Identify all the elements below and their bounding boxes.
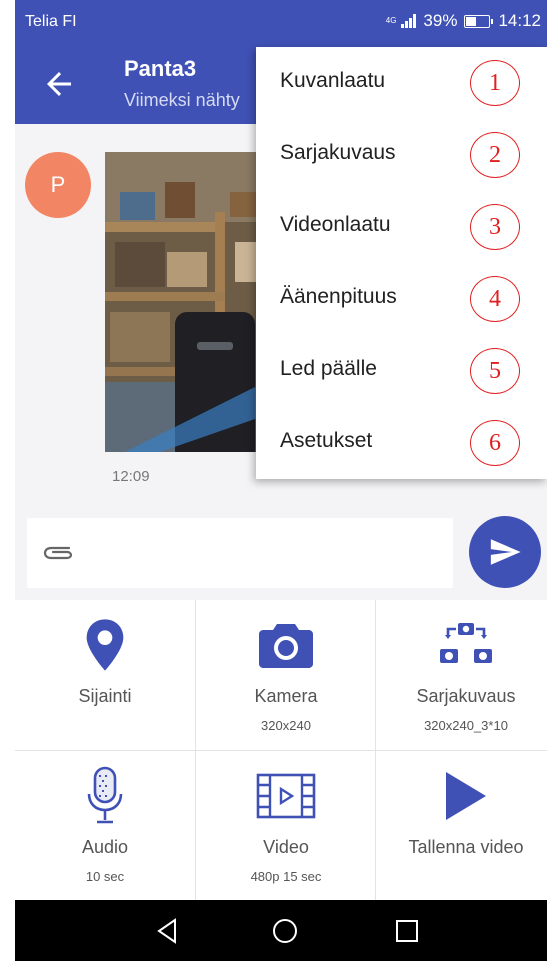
nav-back-icon (157, 918, 176, 944)
clock: 14:12 (498, 11, 541, 30)
composer (27, 518, 453, 588)
play-icon (446, 772, 486, 820)
navigation-bar (15, 900, 547, 961)
nav-home-button[interactable] (269, 915, 301, 947)
action-burst[interactable]: Sarjakuvaus 320x240_3*10 (376, 600, 547, 750)
send-icon (490, 539, 521, 565)
photo-thumbnail (105, 152, 275, 452)
action-label: Video (263, 837, 309, 857)
action-audio[interactable]: Audio 10 sec (15, 751, 195, 901)
action-grid: Sijainti Kamera 320x240 Sarjakuvaus 320x… (15, 600, 547, 900)
status-icons: 4G 39% 14:12 (386, 11, 541, 31)
menu-item-label: Kuvanlaatu (280, 69, 386, 92)
carrier-name: Telia FI (25, 13, 77, 30)
avatar-letter: P (50, 172, 66, 197)
menu-item-burst[interactable]: Sarjakuvaus 2 (256, 119, 547, 191)
back-button[interactable] (41, 66, 77, 102)
annotation-number: 5 (470, 348, 520, 394)
attach-button[interactable] (41, 536, 77, 570)
nav-home-icon (273, 919, 297, 943)
status-bar: Telia FI 4G 39% 14:12 (15, 0, 547, 44)
contact-name: Panta3 (124, 56, 197, 81)
video-film-icon (256, 773, 316, 819)
menu-item-led-on[interactable]: Led päälle 5 (256, 335, 547, 407)
menu-item-label: Videonlaatu (280, 213, 391, 236)
action-label: Audio (81, 837, 129, 857)
action-sublabel: 320x240 (261, 718, 311, 733)
action-label: Kamera (254, 686, 318, 706)
annotation-number: 3 (470, 204, 520, 250)
annotation-number: 2 (470, 132, 520, 178)
action-video[interactable]: Video 480p 15 sec (196, 751, 376, 901)
arrow-left-icon (47, 72, 71, 96)
signal-icon (401, 14, 417, 28)
overflow-menu: Kuvanlaatu 1 Sarjakuvaus 2 Videonlaatu 3… (256, 47, 547, 479)
network-type: 4G (385, 16, 397, 25)
action-record-video[interactable]: Tallenna video (376, 751, 547, 901)
send-button[interactable] (469, 516, 541, 588)
nav-recents-icon (396, 920, 418, 942)
burst-camera-icon (440, 623, 492, 663)
battery-percent: 39% (423, 11, 458, 30)
message-input[interactable] (87, 533, 443, 573)
action-sublabel: 10 sec (85, 869, 125, 884)
menu-item-video-quality[interactable]: Videonlaatu 3 (256, 191, 547, 263)
action-label: Sarjakuvaus (416, 686, 516, 706)
microphone-icon (87, 766, 123, 824)
action-location[interactable]: Sijainti (15, 600, 195, 750)
annotation-number: 4 (470, 276, 520, 322)
last-seen: Viimeksi nähty (124, 90, 240, 110)
menu-item-settings[interactable]: Asetukset 6 (256, 407, 547, 479)
annotation-number: 6 (470, 420, 520, 466)
action-sublabel: 480p 15 sec (250, 869, 322, 884)
action-sublabel: 320x240_3*10 (424, 718, 508, 733)
annotation-number: 1 (470, 60, 520, 106)
battery-icon (464, 14, 494, 28)
action-label: Tallenna video (408, 837, 524, 857)
image-message[interactable] (105, 152, 275, 452)
action-label: Sijainti (78, 686, 132, 706)
action-camera[interactable]: Kamera 320x240 (196, 600, 376, 750)
menu-item-label: Äänenpituus (280, 285, 397, 308)
avatar[interactable]: P (25, 152, 91, 218)
app-screen: Telia FI 4G 39% 14:12 Panta3 Viimeksi nä… (15, 0, 547, 961)
nav-recents-button[interactable] (391, 915, 423, 947)
menu-item-label: Asetukset (280, 429, 373, 452)
menu-item-label: Sarjakuvaus (280, 141, 396, 164)
nav-back-button[interactable] (151, 915, 183, 947)
menu-item-label: Led päälle (280, 357, 377, 380)
location-pin-icon (86, 619, 124, 671)
battery-fill (466, 16, 476, 26)
menu-item-audio-length[interactable]: Äänenpituus 4 (256, 263, 547, 335)
paperclip-icon (43, 546, 73, 560)
message-time: 12:09 (112, 468, 150, 485)
camera-icon (259, 624, 313, 668)
menu-item-image-quality[interactable]: Kuvanlaatu 1 (256, 47, 547, 119)
